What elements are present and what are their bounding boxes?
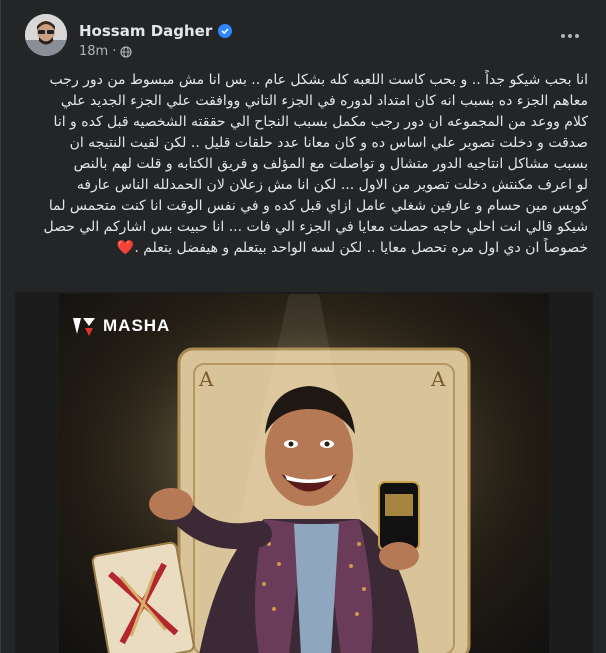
author-name-row: Hossam Dagher: [79, 22, 233, 40]
poster-artwork: A A MASHA: [59, 294, 549, 653]
post-card: Hossam Dagher 18m · انا بحب شيكو جداً ..…: [0, 0, 606, 653]
masha-logo-icon: [73, 318, 95, 336]
verified-badge-icon: [218, 24, 233, 38]
post-meta: 18m ·: [79, 44, 132, 59]
post-text-line: بسبب مشاكل انتاجيه الدور متشال و تواصلت …: [73, 156, 588, 172]
post-text-line: كويس مين حسام و عارفين شغلي عامل ازاي قب…: [48, 198, 588, 214]
post-text-line: انا بحب شيكو جداً .. و بحب كاست اللعبه ك…: [49, 72, 588, 88]
post-text-line: لو اعرف مكنتش دخلت تصوير من الاول ... لك…: [76, 177, 588, 193]
post-text-line: خصوصاً ان دي اول مره تحصل معايا .. لكن ل…: [134, 240, 588, 256]
post-image[interactable]: A A MASHA: [15, 292, 593, 653]
post-text: انا بحب شيكو جداً .. و بحب كاست اللعبه ك…: [15, 70, 588, 259]
meta-separator: ·: [112, 44, 117, 59]
dot-icon: [568, 34, 572, 38]
post-text-line: كلام ووعد من المجموعه ان دور رجب مكمل بس…: [53, 114, 588, 130]
post-text-line: صدقت و دخلت تصوير علي اساس ده و كان معان…: [69, 135, 588, 151]
poster-illustration: A A: [59, 294, 549, 653]
post-text-line: معاهم الجزء ده بسبب انه كان امتداد لدوره…: [60, 93, 588, 109]
post-time[interactable]: 18m: [79, 44, 108, 59]
post-text-line-last: خصوصاً ان دي اول مره تحصل معايا .. لكن ل…: [15, 238, 588, 259]
post-text-line: شيكو قالي انت احلي حاجه حصلت معايا في ال…: [43, 219, 588, 235]
dot-icon: [575, 34, 579, 38]
avatar-image: [25, 14, 67, 56]
masha-logo-text: MASHA: [103, 316, 171, 335]
card-rank-top: A: [198, 367, 214, 391]
post-header: Hossam Dagher 18m ·: [15, 14, 592, 62]
dot-icon: [561, 34, 565, 38]
masha-logo: MASHA: [71, 314, 170, 338]
card-rank-top-right: A: [430, 367, 446, 391]
more-options-button[interactable]: [558, 28, 582, 44]
author-name[interactable]: Hossam Dagher: [79, 22, 212, 40]
globe-icon: [120, 45, 132, 58]
author-avatar[interactable]: [25, 14, 67, 56]
heart-emoji-icon: ❤️: [116, 240, 135, 256]
